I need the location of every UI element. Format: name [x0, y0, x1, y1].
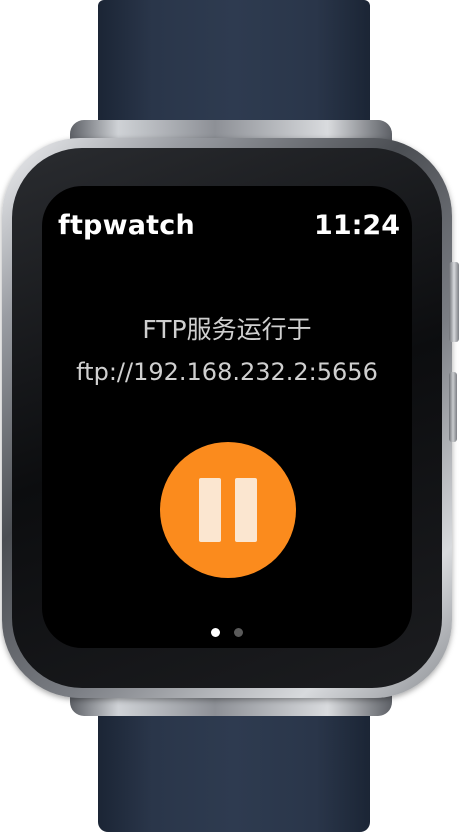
- watch-screen: ftpwatch 11:24 FTP服务运行于 ftp://192.168.23…: [42, 186, 412, 648]
- pause-button[interactable]: [160, 442, 296, 578]
- page-indicator: [42, 628, 412, 637]
- app-title: ftpwatch: [58, 210, 195, 241]
- status-clock: 11:24: [314, 210, 400, 241]
- server-status-label: FTP服务运行于: [142, 315, 312, 344]
- server-url: ftp://192.168.232.2:5656: [76, 358, 378, 386]
- pause-icon: [235, 478, 257, 542]
- digital-crown[interactable]: [449, 262, 459, 342]
- page-dot[interactable]: [234, 628, 243, 637]
- watch-device: ftpwatch 11:24 FTP服务运行于 ftp://192.168.23…: [0, 0, 461, 832]
- side-button[interactable]: [449, 372, 457, 442]
- pause-icon: [199, 478, 221, 542]
- page-dot-active[interactable]: [211, 628, 220, 637]
